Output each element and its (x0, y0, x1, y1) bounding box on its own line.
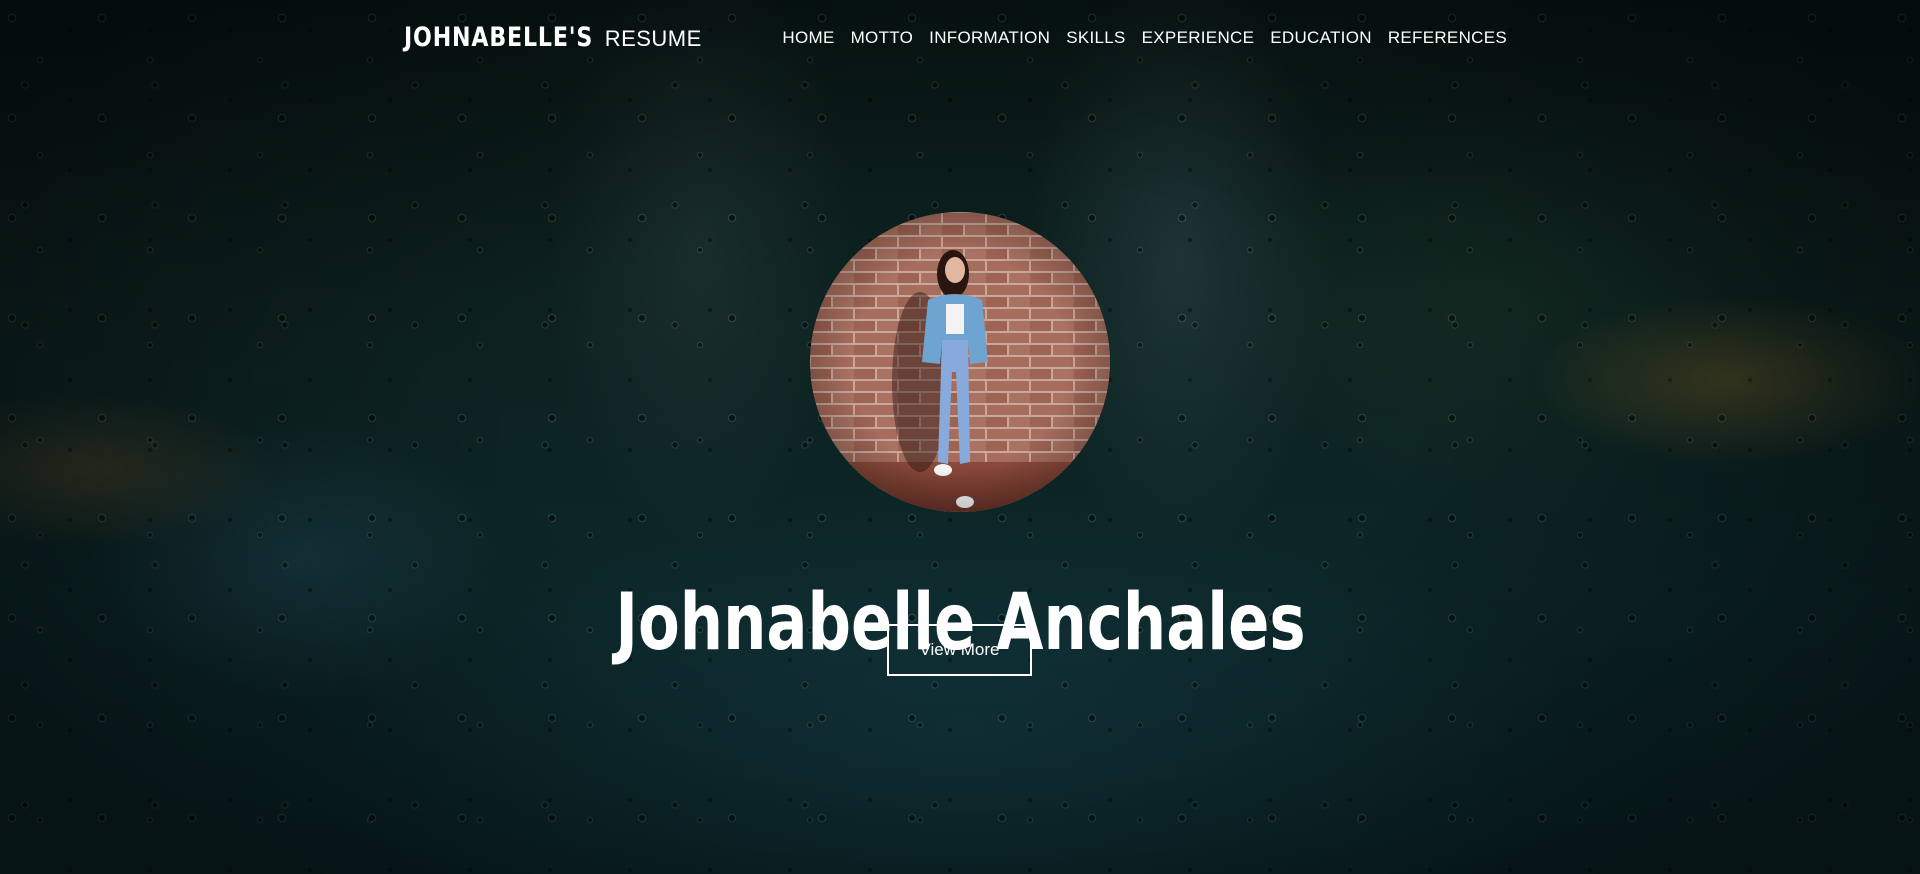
brand-suffix: RESUME (604, 26, 702, 51)
nav-item-motto: MOTTO (851, 28, 914, 48)
nav-link-education[interactable]: EDUCATION (1270, 28, 1372, 47)
nav-link-experience[interactable]: EXPERIENCE (1142, 28, 1255, 47)
nav-item-home: HOME (782, 28, 834, 48)
nav-item-experience: EXPERIENCE (1142, 28, 1255, 48)
nav-link-information[interactable]: INFORMATION (929, 28, 1050, 47)
nav-link-home[interactable]: HOME (782, 28, 834, 47)
nav-link-references[interactable]: REFERENCES (1388, 28, 1507, 47)
brand-logo-link[interactable]: JOHNABELLE'S RESUME (404, 22, 702, 53)
hero-section: JOHNABELLE'S RESUME HOME MOTTO INFORMATI… (0, 0, 1920, 874)
view-more-button[interactable]: View More (887, 624, 1032, 676)
nav-item-information: INFORMATION (929, 28, 1050, 48)
nav-item-skills: SKILLS (1066, 28, 1125, 48)
nav-link-skills[interactable]: SKILLS (1066, 28, 1125, 47)
profile-photo-icon (810, 212, 1110, 512)
nav-menu: HOME MOTTO INFORMATION SKILLS EXPERIENCE… (766, 28, 1507, 48)
nav-link-motto[interactable]: MOTTO (851, 28, 914, 47)
top-navbar: JOHNABELLE'S RESUME HOME MOTTO INFORMATI… (0, 0, 1920, 80)
nav-item-education: EDUCATION (1270, 28, 1372, 48)
brand-name: JOHNABELLE'S (404, 22, 594, 53)
nav-item-references: REFERENCES (1388, 28, 1507, 48)
profile-avatar (810, 212, 1110, 512)
